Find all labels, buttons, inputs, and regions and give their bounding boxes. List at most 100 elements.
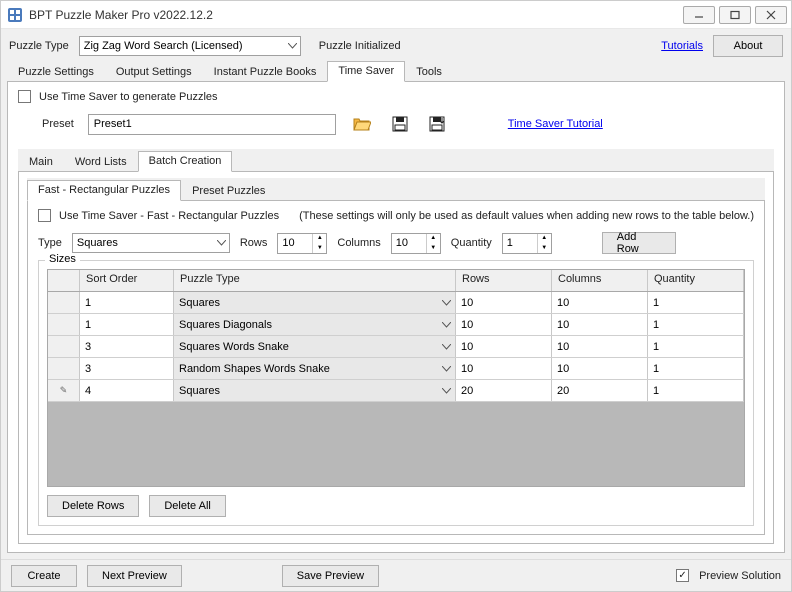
cell-cols[interactable]: 10: [552, 292, 648, 313]
sizes-grid[interactable]: Sort Order Puzzle Type Rows Columns Quan…: [47, 269, 745, 487]
table-row[interactable]: 3Random Shapes Words Snake10101: [48, 358, 744, 380]
chevron-down-icon: [442, 366, 451, 372]
next-preview-button[interactable]: Next Preview: [87, 565, 182, 587]
cell-ptype[interactable]: Squares Diagonals: [174, 314, 456, 335]
cell-sort[interactable]: 3: [80, 358, 174, 379]
chevron-down-icon: [442, 322, 451, 328]
chevron-down-icon: [442, 388, 451, 394]
chevron-down-icon: [288, 43, 297, 49]
row-header: ✎: [48, 380, 80, 401]
qty-label: Quantity: [451, 237, 492, 249]
about-button[interactable]: About: [713, 35, 783, 57]
cell-cols[interactable]: 10: [552, 314, 648, 335]
delete-all-button[interactable]: Delete All: [149, 495, 225, 517]
titlebar: BPT Puzzle Maker Pro v2022.12.2: [1, 1, 791, 29]
row-header: [48, 336, 80, 357]
tutorials-link[interactable]: Tutorials: [661, 40, 703, 52]
tab-tools[interactable]: Tools: [405, 62, 453, 82]
tab-time-saver[interactable]: Time Saver: [327, 61, 405, 82]
grid-header-sort[interactable]: Sort Order: [80, 270, 174, 291]
cell-qty[interactable]: 1: [648, 336, 744, 357]
delete-rows-button[interactable]: Delete Rows: [47, 495, 139, 517]
cell-ptype[interactable]: Random Shapes Words Snake: [174, 358, 456, 379]
use-fast-hint: (These settings will only be used as def…: [299, 210, 754, 222]
cell-sort[interactable]: 3: [80, 336, 174, 357]
cell-sort[interactable]: 4: [80, 380, 174, 401]
time-saver-tutorial-link[interactable]: Time Saver Tutorial: [508, 118, 603, 130]
cell-sort[interactable]: 1: [80, 292, 174, 313]
qty-spinner[interactable]: 1▲▼: [502, 233, 552, 254]
sizes-legend: Sizes: [45, 253, 80, 265]
cols-label: Columns: [337, 237, 380, 249]
cell-ptype[interactable]: Squares: [174, 380, 456, 401]
open-preset-button[interactable]: [350, 113, 374, 135]
row-header: [48, 358, 80, 379]
cell-qty[interactable]: 1: [648, 314, 744, 335]
tab-puzzle-settings[interactable]: Puzzle Settings: [7, 62, 105, 82]
main-tabs: Puzzle SettingsOutput SettingsInstant Pu…: [1, 59, 791, 81]
type-label: Type: [38, 237, 62, 249]
puzzle-type-label: Puzzle Type: [9, 40, 69, 52]
cell-cols[interactable]: 20: [552, 380, 648, 401]
add-row-button[interactable]: Add Row: [602, 232, 676, 254]
cell-sort[interactable]: 1: [80, 314, 174, 335]
subtab-main[interactable]: Main: [18, 152, 64, 172]
grid-header-rows[interactable]: Rows: [456, 270, 552, 291]
row-header: [48, 314, 80, 335]
tab-output-settings[interactable]: Output Settings: [105, 62, 203, 82]
close-button[interactable]: [755, 6, 787, 24]
batchtab-preset-puzzles[interactable]: Preset Puzzles: [181, 181, 276, 201]
subtab-word-lists[interactable]: Word Lists: [64, 152, 138, 172]
cell-rows[interactable]: 10: [456, 314, 552, 335]
cell-rows[interactable]: 10: [456, 358, 552, 379]
cell-ptype[interactable]: Squares Words Snake: [174, 336, 456, 357]
window-title: BPT Puzzle Maker Pro v2022.12.2: [29, 8, 679, 22]
table-row[interactable]: 1Squares Diagonals10101: [48, 314, 744, 336]
table-row[interactable]: 3Squares Words Snake10101: [48, 336, 744, 358]
use-time-saver-checkbox[interactable]: [18, 90, 31, 103]
preset-input[interactable]: Preset1: [88, 114, 336, 135]
chevron-down-icon: [217, 240, 226, 246]
use-time-saver-label: Use Time Saver to generate Puzzles: [39, 91, 218, 103]
cell-rows[interactable]: 10: [456, 336, 552, 357]
time-saver-subtabs: MainWord ListsBatch Creation: [18, 149, 774, 171]
cell-qty[interactable]: 1: [648, 380, 744, 401]
grid-header-qty[interactable]: Quantity: [648, 270, 744, 291]
batchtab-fast-rectangular-puzzles[interactable]: Fast - Rectangular Puzzles: [27, 180, 181, 201]
rows-spinner[interactable]: 10▲▼: [277, 233, 327, 254]
rows-label: Rows: [240, 237, 268, 249]
preview-solution-label: Preview Solution: [699, 570, 781, 582]
puzzle-type-combo[interactable]: Zig Zag Word Search (Licensed): [79, 36, 301, 56]
row-header: [48, 292, 80, 313]
grid-header-lead: [48, 270, 80, 291]
cell-qty[interactable]: 1: [648, 358, 744, 379]
maximize-button[interactable]: [719, 6, 751, 24]
type-combo[interactable]: Squares: [72, 233, 230, 253]
cell-qty[interactable]: 1: [648, 292, 744, 313]
grid-header-cols[interactable]: Columns: [552, 270, 648, 291]
minimize-button[interactable]: [683, 6, 715, 24]
cell-cols[interactable]: 10: [552, 336, 648, 357]
cols-spinner[interactable]: 10▲▼: [391, 233, 441, 254]
use-fast-label: Use Time Saver - Fast - Rectangular Puzz…: [59, 210, 279, 222]
cell-cols[interactable]: 10: [552, 358, 648, 379]
use-fast-checkbox[interactable]: [38, 209, 51, 222]
save-preset-button[interactable]: [388, 113, 412, 135]
table-row[interactable]: ✎4Squares20201: [48, 380, 744, 402]
puzzle-type-value: Zig Zag Word Search (Licensed): [84, 40, 243, 52]
batch-subtabs: Fast - Rectangular PuzzlesPreset Puzzles: [27, 178, 765, 200]
save-preview-button[interactable]: Save Preview: [282, 565, 379, 587]
cell-rows[interactable]: 20: [456, 380, 552, 401]
cell-rows[interactable]: 10: [456, 292, 552, 313]
cell-ptype[interactable]: Squares: [174, 292, 456, 313]
subtab-batch-creation[interactable]: Batch Creation: [138, 151, 233, 172]
grid-header-ptype[interactable]: Puzzle Type: [174, 270, 456, 291]
table-row[interactable]: 1Squares10101: [48, 292, 744, 314]
status-text: Puzzle Initialized: [319, 40, 401, 52]
save-as-preset-button[interactable]: [426, 113, 450, 135]
app-icon: [7, 7, 23, 23]
preview-solution-checkbox[interactable]: [676, 569, 689, 582]
preset-label: Preset: [42, 118, 74, 130]
create-button[interactable]: Create: [11, 565, 77, 587]
tab-instant-puzzle-books[interactable]: Instant Puzzle Books: [203, 62, 328, 82]
